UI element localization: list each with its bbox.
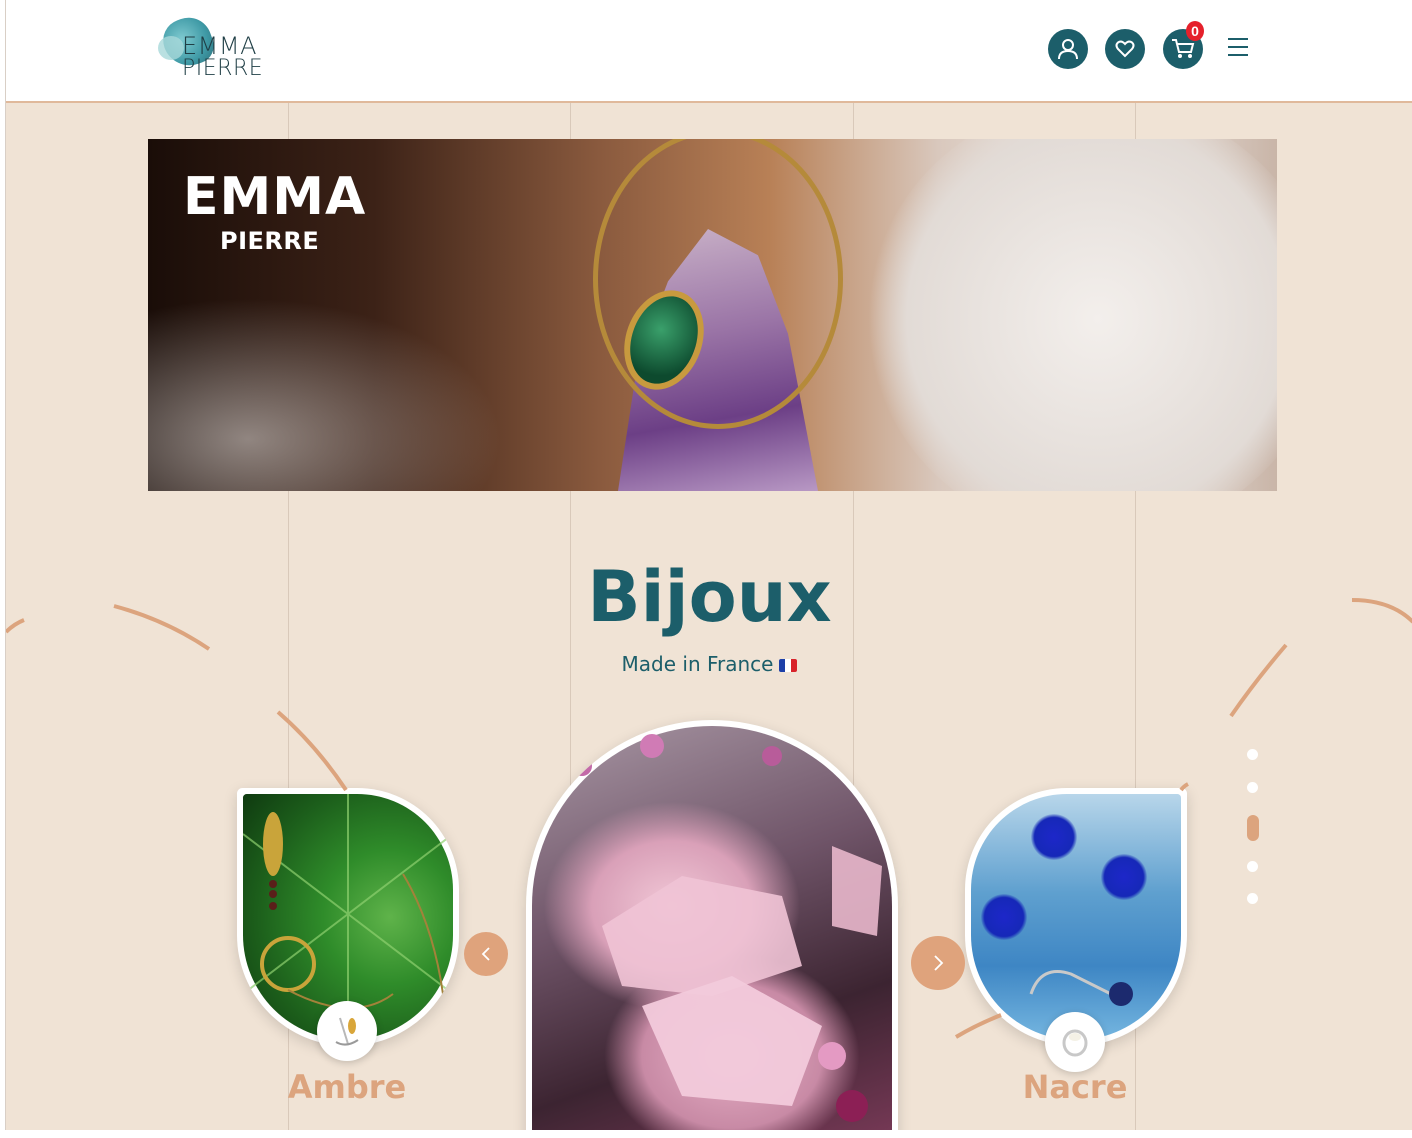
carousel-card-nacre[interactable]	[965, 788, 1187, 1046]
menu-icon-bar	[1228, 38, 1248, 40]
logo[interactable]: EMMA PIERRE	[156, 11, 276, 92]
carousel-dot[interactable]	[1247, 893, 1258, 904]
hero-title: EMMA	[183, 167, 367, 227]
user-icon	[1058, 39, 1078, 60]
menu-icon-bar	[1228, 46, 1248, 48]
carousel-image-center	[532, 726, 892, 1130]
hero-ring	[593, 139, 843, 429]
thumb-nacre[interactable]	[1045, 1012, 1105, 1072]
carousel-dot[interactable]	[1247, 749, 1258, 760]
site-header: EMMA PIERRE 0	[6, 0, 1412, 103]
chevron-right-icon	[934, 955, 944, 971]
carousel-dot[interactable]	[1247, 782, 1258, 793]
cart-count-badge: 0	[1186, 21, 1204, 41]
earring-graphic	[1029, 970, 1133, 1006]
rose-quartz-graphic	[572, 734, 882, 1122]
carousel-image-nacre	[971, 794, 1181, 1040]
carousel-label-ambre: Ambre	[287, 1068, 407, 1106]
carousel-card-center[interactable]	[526, 720, 898, 1130]
ring-icon	[1062, 1029, 1088, 1057]
france-flag-icon	[779, 659, 798, 672]
thumb-ambre[interactable]	[317, 1001, 377, 1061]
section-subtitle: Made in France	[6, 652, 1412, 676]
logo-text-line2: PIERRE	[182, 56, 264, 81]
carousel-dot[interactable]	[1247, 861, 1258, 872]
menu-button[interactable]	[1228, 38, 1252, 58]
earring-icon	[335, 1017, 359, 1046]
section-title: Bijoux	[587, 556, 832, 638]
carousel-prev-button[interactable]	[464, 932, 508, 976]
page: EMMA PIERRE 0 EMMA PIERRE Bijoux Made in…	[5, 0, 1412, 1130]
carousel-next-button[interactable]	[911, 936, 965, 990]
chevron-left-icon	[481, 947, 490, 961]
logo-mark-accent	[158, 36, 184, 60]
cart-icon	[1172, 39, 1195, 58]
section-subtitle-text: Made in France	[621, 652, 774, 676]
carousel-dot-active[interactable]	[1247, 815, 1259, 841]
heart-icon	[1115, 40, 1135, 58]
account-button[interactable]	[1048, 29, 1088, 69]
menu-icon-bar	[1228, 54, 1248, 56]
hero-subtitle: PIERRE	[220, 227, 320, 255]
wishlist-button[interactable]	[1105, 29, 1145, 69]
hero-banner: EMMA PIERRE	[148, 139, 1277, 491]
carousel-label-nacre: Nacre	[1022, 1068, 1128, 1106]
